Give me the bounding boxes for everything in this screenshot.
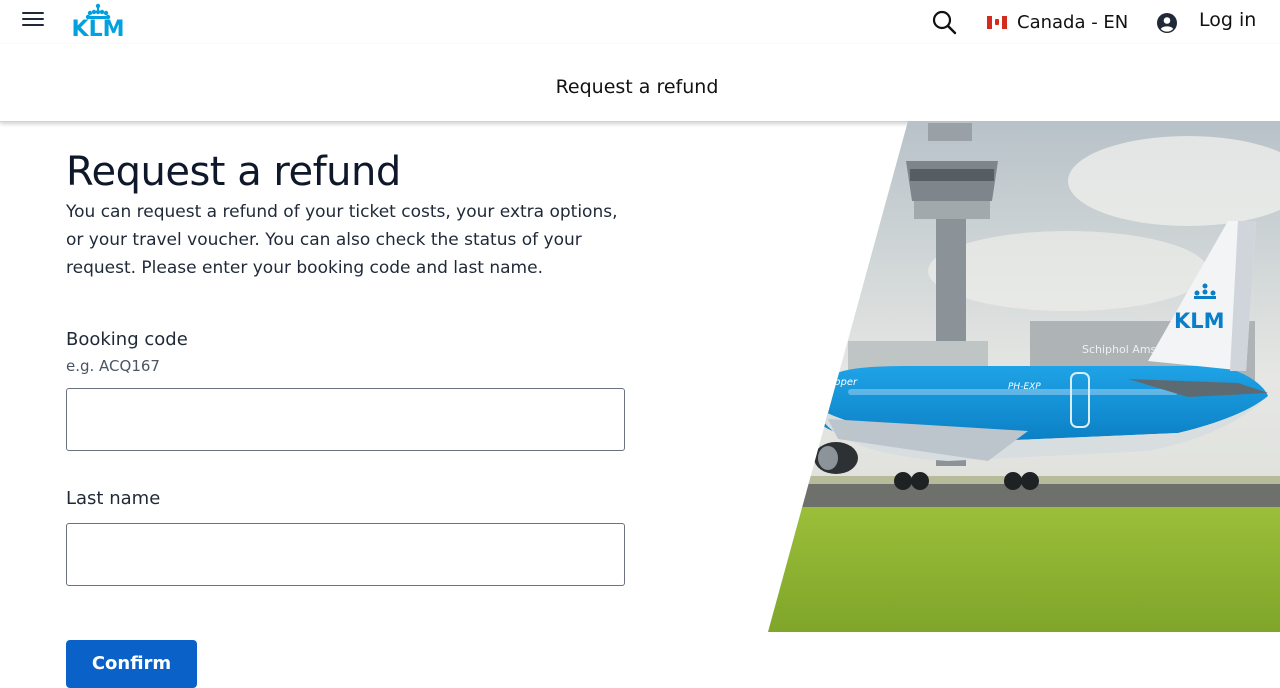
last-name-label: Last name [66, 488, 161, 509]
top-navigation-bar: KLM Canada - EN Log in [0, 0, 1280, 44]
booking-code-hint: e.g. ACQ167 [66, 357, 160, 375]
booking-code-input[interactable] [66, 388, 625, 451]
hamburger-menu-icon[interactable] [22, 12, 44, 30]
hero-image-klm-aircraft: Schiphol Amst PH-EXP opper KLM [768, 121, 1280, 632]
booking-code-label: Booking code [66, 329, 188, 350]
refund-form-intro: Request a refund You can request a refun… [66, 150, 626, 282]
locale-label: Canada - EN [1017, 11, 1129, 33]
subheader-title: Request a refund [555, 76, 719, 98]
canada-flag-icon [987, 15, 1007, 29]
locale-selector[interactable]: Canada - EN [987, 9, 1128, 35]
klm-logo-text: KLM [71, 17, 125, 42]
tail-klm-logo-text: KLM [1174, 309, 1225, 333]
confirm-button[interactable]: Confirm [66, 640, 197, 688]
page-subheader: Request a refund [0, 44, 1280, 122]
aircraft-registration-text: PH-EXP [1008, 382, 1041, 392]
fuselage-text: opper [828, 377, 858, 388]
last-name-input[interactable] [66, 523, 625, 586]
page-title: Request a refund [66, 149, 401, 195]
intro-text: You can request a refund of your ticket … [66, 202, 618, 278]
search-icon[interactable] [930, 8, 958, 36]
klm-logo[interactable]: KLM [64, 2, 132, 42]
building-sign-text: Schiphol Amst [1082, 343, 1161, 356]
login-link[interactable]: Log in [1199, 9, 1256, 31]
account-icon[interactable] [1156, 12, 1178, 34]
